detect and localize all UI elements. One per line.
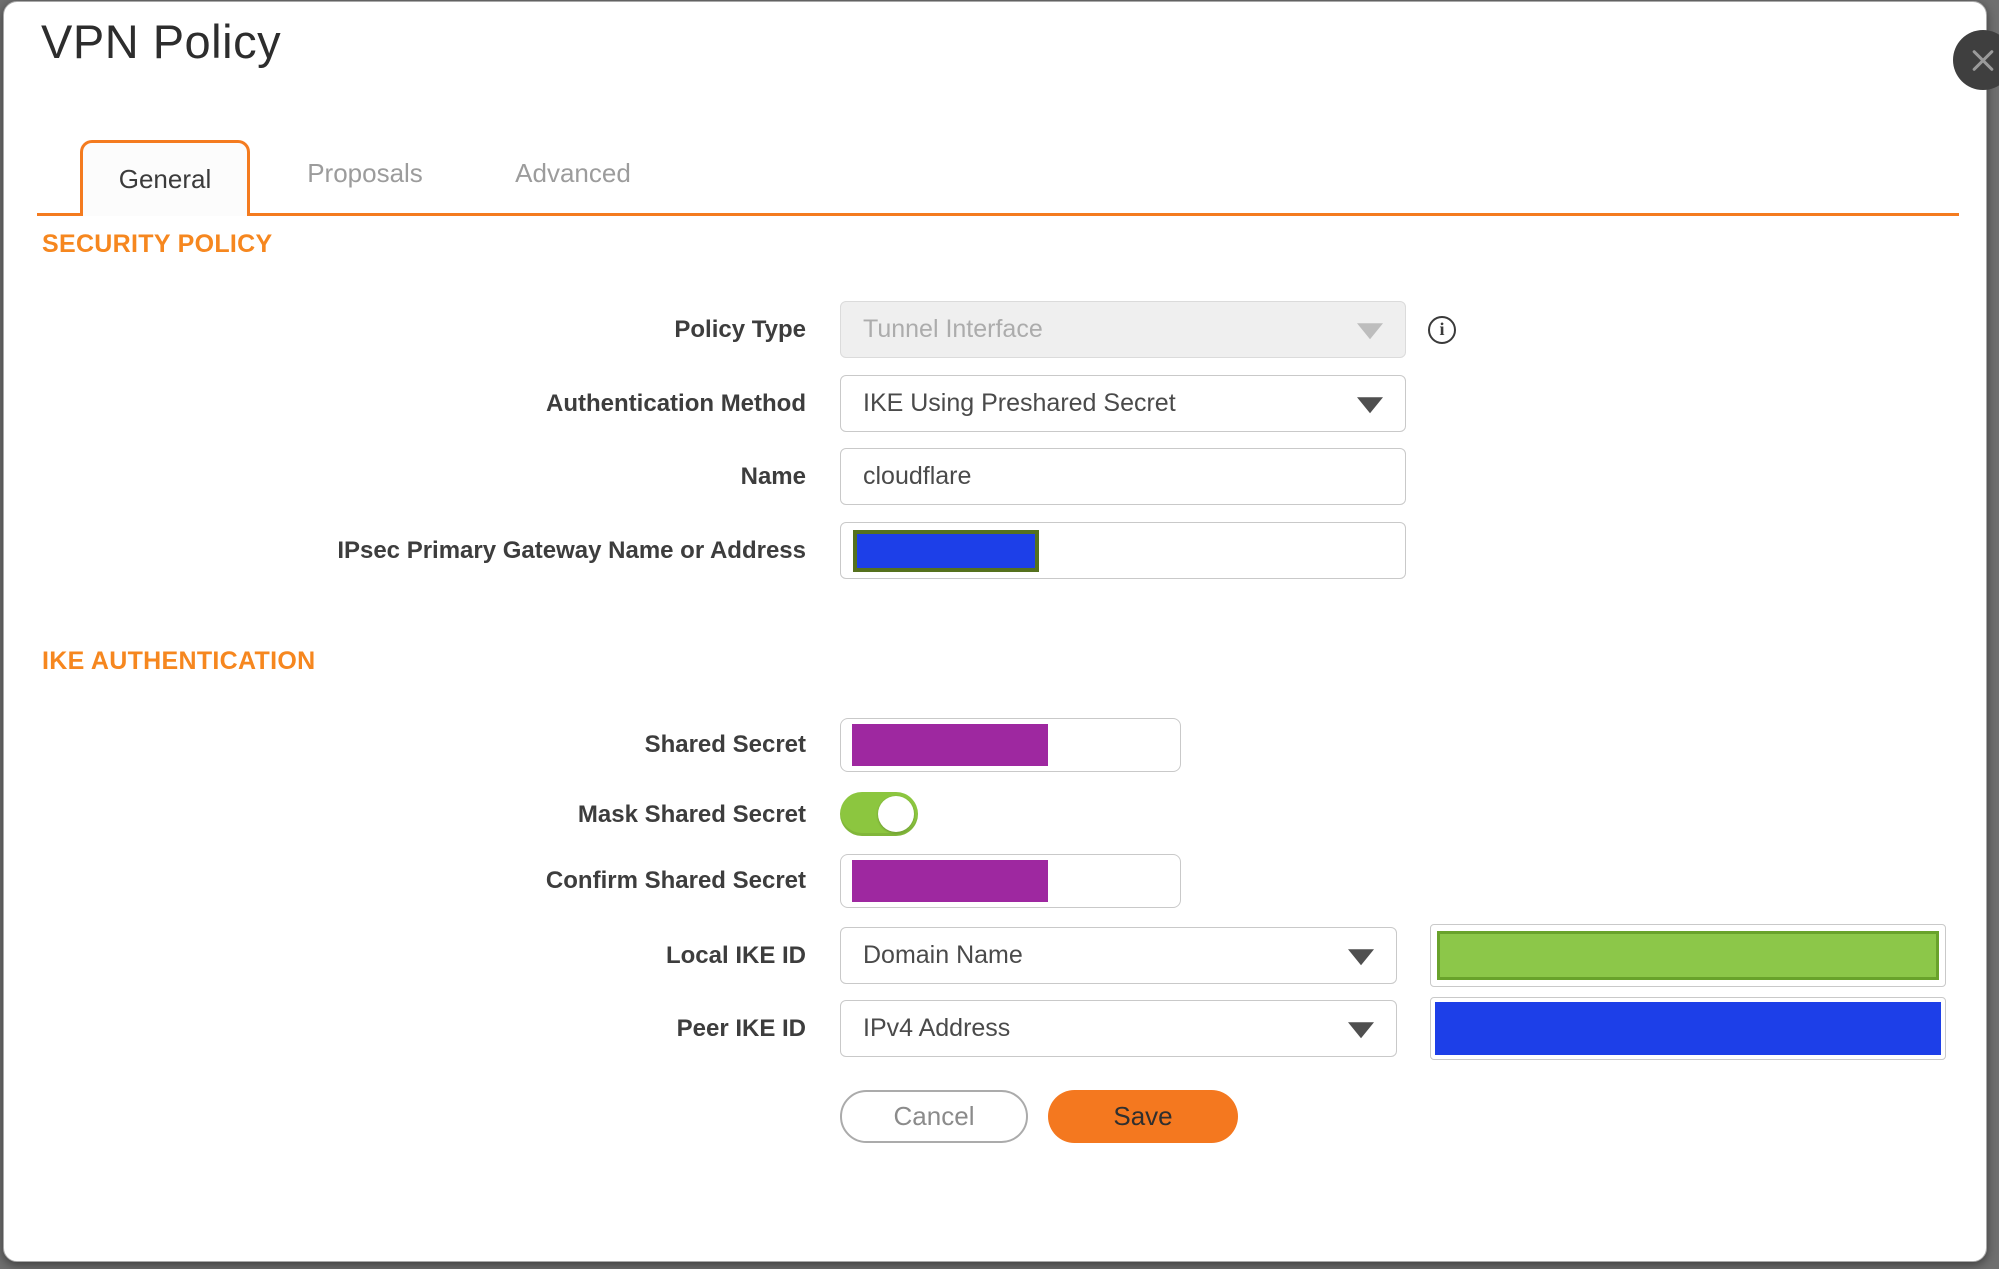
local-ike-id-select[interactable]: Domain Name xyxy=(840,927,1397,984)
name-input[interactable] xyxy=(840,448,1406,505)
local-ike-id-value: Domain Name xyxy=(863,941,1023,969)
peer-ike-id-value-input[interactable] xyxy=(1430,997,1946,1060)
peer-ike-id-label: Peer IKE ID xyxy=(676,1014,806,1042)
chevron-down-icon xyxy=(1357,322,1383,339)
section-header-ike-authentication: IKE AUTHENTICATION xyxy=(42,647,316,675)
policy-type-label: Policy Type xyxy=(674,315,806,343)
local-ike-id-value-input[interactable] xyxy=(1430,924,1946,987)
field-row-confirm-shared-secret: Confirm Shared Secret xyxy=(4,854,1986,908)
cancel-button[interactable]: Cancel xyxy=(840,1090,1028,1143)
confirm-shared-secret-label: Confirm Shared Secret xyxy=(545,867,806,894)
chevron-down-icon xyxy=(1357,396,1383,413)
authentication-method-label: Authentication Method xyxy=(546,389,806,417)
redacted-value-purple xyxy=(852,724,1048,766)
chevron-down-icon xyxy=(1348,948,1374,965)
chevron-down-icon xyxy=(1348,1021,1374,1038)
page-title: VPN Policy xyxy=(41,15,282,68)
field-row-shared-secret: Shared Secret xyxy=(4,718,1986,772)
policy-type-value: Tunnel Interface xyxy=(863,315,1043,343)
field-row-policy-type: Policy Type Tunnel Interface i xyxy=(4,301,1986,358)
tab-general-label: General xyxy=(118,164,212,194)
mask-shared-secret-toggle[interactable] xyxy=(840,792,918,836)
redacted-value-green xyxy=(1437,931,1939,980)
policy-type-select: Tunnel Interface xyxy=(840,301,1406,358)
field-row-peer-ike-id: Peer IKE ID IPv4 Address xyxy=(4,997,1986,1060)
redacted-value-blue xyxy=(853,530,1039,572)
field-row-local-ike-id: Local IKE ID Domain Name xyxy=(4,924,1986,987)
peer-ike-id-select[interactable]: IPv4 Address xyxy=(840,1000,1397,1057)
vpn-policy-dialog: VPN Policy General Proposals Advanced SE… xyxy=(3,1,1987,1262)
mask-shared-secret-label: Mask Shared Secret xyxy=(577,801,806,828)
toggle-knob xyxy=(878,796,914,832)
close-icon xyxy=(1969,46,1997,74)
local-ike-id-label: Local IKE ID xyxy=(665,941,806,969)
tab-general[interactable]: General xyxy=(80,140,250,216)
save-button[interactable]: Save xyxy=(1048,1090,1238,1143)
ipsec-primary-gateway-label: IPsec Primary Gateway Name or Address xyxy=(337,536,806,564)
shared-secret-label: Shared Secret xyxy=(644,731,806,758)
redacted-value-purple xyxy=(852,860,1048,902)
peer-ike-id-value: IPv4 Address xyxy=(863,1014,1011,1042)
redacted-value-blue xyxy=(1435,1002,1941,1055)
name-label: Name xyxy=(740,462,806,490)
field-row-name: Name xyxy=(4,448,1986,505)
authentication-method-select[interactable]: IKE Using Preshared Secret xyxy=(840,375,1406,432)
field-row-ipsec-primary-gateway: IPsec Primary Gateway Name or Address xyxy=(4,522,1986,579)
info-icon[interactable]: i xyxy=(1428,315,1456,344)
tab-advanced[interactable]: Advanced xyxy=(498,158,648,189)
authentication-method-value: IKE Using Preshared Secret xyxy=(863,389,1176,417)
section-header-security-policy: SECURITY POLICY xyxy=(42,230,273,258)
field-row-mask-shared-secret: Mask Shared Secret xyxy=(4,790,1986,840)
dialog-actions: Cancel Save xyxy=(840,1090,1238,1143)
tab-proposals[interactable]: Proposals xyxy=(290,158,440,189)
field-row-authentication-method: Authentication Method IKE Using Preshare… xyxy=(4,375,1986,432)
tab-bar: General Proposals Advanced xyxy=(37,136,1959,216)
